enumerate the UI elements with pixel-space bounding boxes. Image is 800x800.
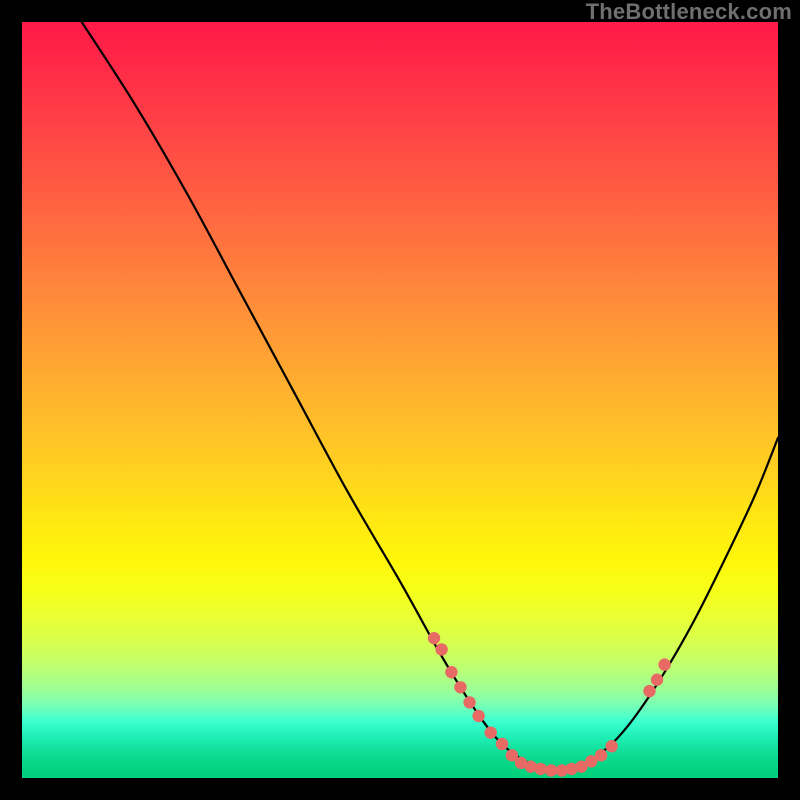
marker-dot bbox=[435, 643, 447, 655]
marker-dot bbox=[605, 740, 617, 752]
marker-dot bbox=[485, 726, 497, 738]
plot-area bbox=[22, 22, 778, 778]
marker-dot bbox=[445, 666, 457, 678]
marker-dot bbox=[472, 710, 484, 722]
curve-markers bbox=[428, 632, 671, 777]
marker-dot bbox=[651, 674, 663, 686]
marker-dot bbox=[534, 763, 546, 775]
marker-dot bbox=[545, 764, 557, 776]
marker-dot bbox=[595, 749, 607, 761]
marker-dot bbox=[454, 681, 466, 693]
curve-layer bbox=[22, 22, 778, 778]
marker-dot bbox=[428, 632, 440, 644]
bottleneck-curve bbox=[82, 22, 778, 770]
marker-dot bbox=[643, 685, 655, 697]
marker-dot bbox=[658, 658, 670, 670]
marker-dot bbox=[463, 696, 475, 708]
marker-dot bbox=[496, 738, 508, 750]
chart-frame: TheBottleneck.com bbox=[0, 0, 800, 800]
